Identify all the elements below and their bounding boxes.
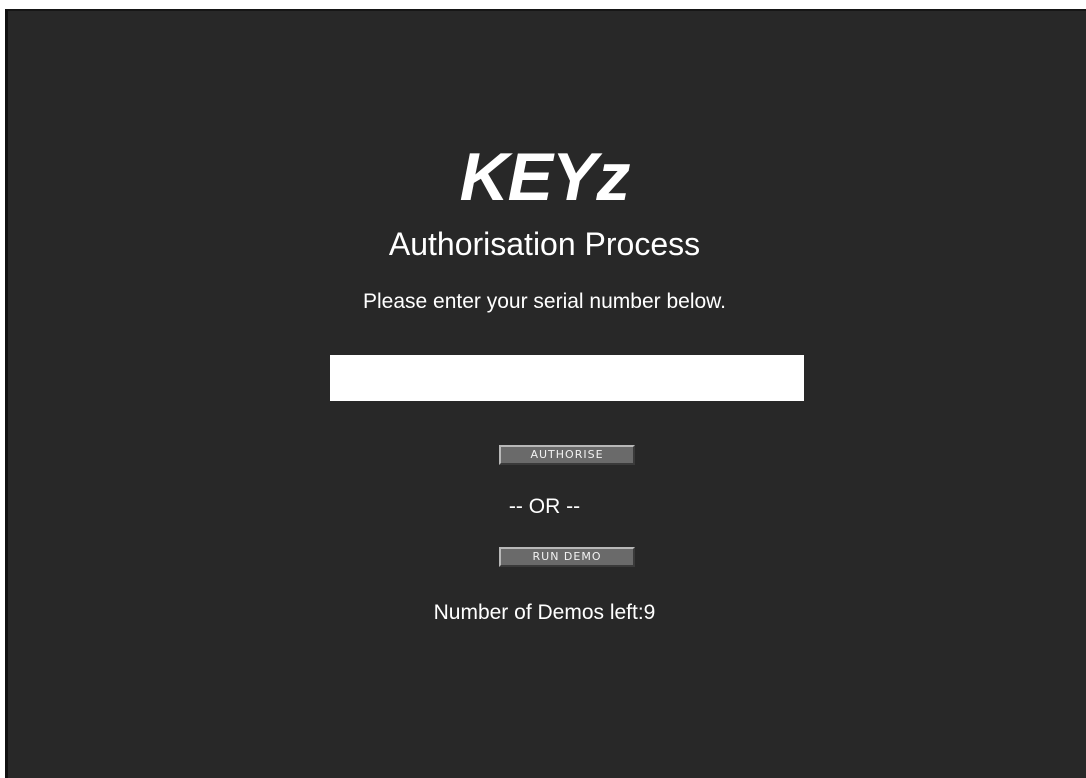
demos-left-text: Number of Demos left:9 xyxy=(433,601,656,624)
keyz-logo: KEYz xyxy=(459,139,631,215)
authorisation-panel: KEYz Authorisation Process Please enter … xyxy=(5,9,1086,778)
authorise-button[interactable]: AUTHORISE xyxy=(499,445,635,465)
or-separator: -- OR -- xyxy=(508,495,581,518)
page-title: Authorisation Process xyxy=(388,226,701,262)
serial-prompt-text: Please enter your serial number below. xyxy=(362,290,727,313)
run-demo-button[interactable]: RUN DEMO xyxy=(499,547,635,567)
serial-number-input[interactable] xyxy=(330,355,804,401)
window-frame: KEYz Authorisation Process Please enter … xyxy=(0,0,1086,778)
